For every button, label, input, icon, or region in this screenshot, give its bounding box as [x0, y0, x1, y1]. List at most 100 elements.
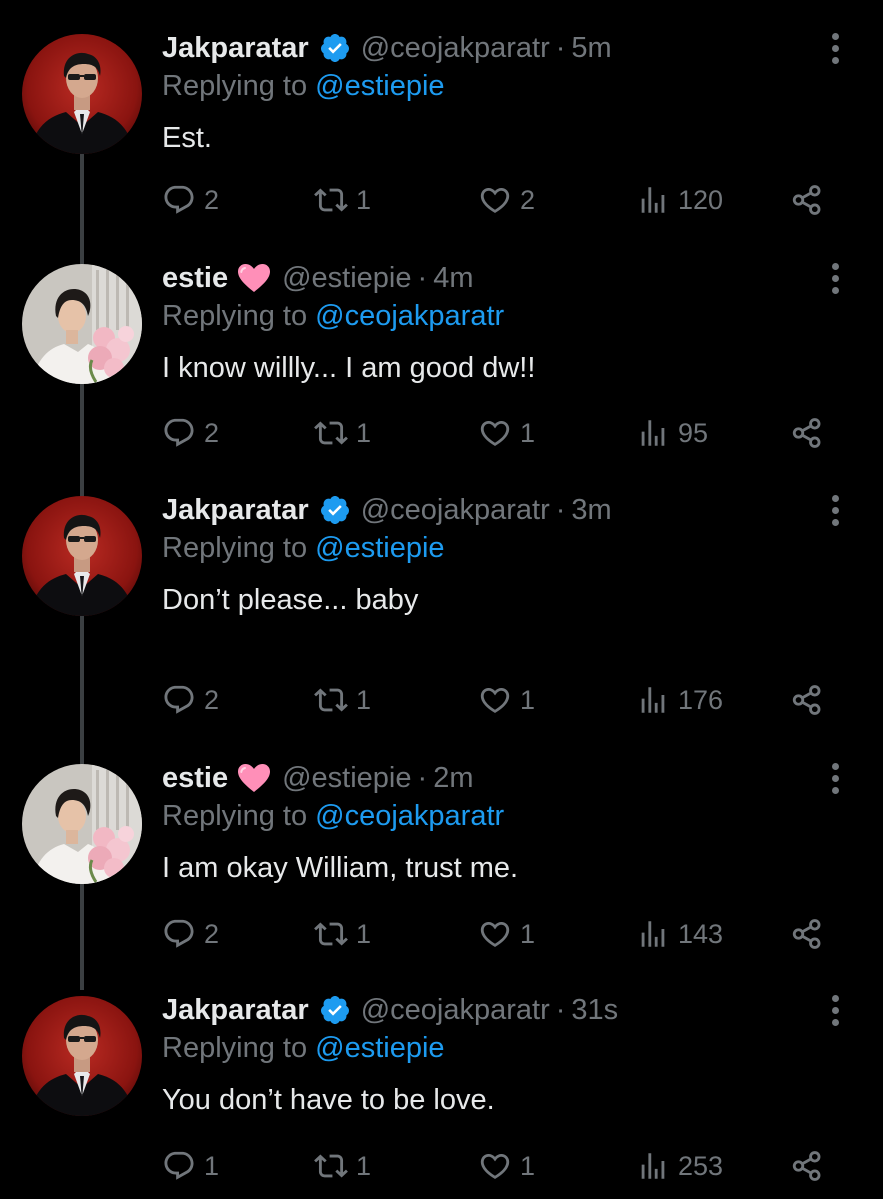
views-icon	[636, 917, 670, 951]
replying-to-label: Replying to	[162, 300, 308, 332]
more-options-icon[interactable]	[827, 28, 843, 68]
more-options-icon[interactable]	[827, 758, 843, 798]
retweet-icon	[314, 183, 348, 217]
tweet-header: estie @estiepie · 4m	[162, 258, 883, 298]
display-name[interactable]: estie	[162, 762, 228, 795]
views-button[interactable]: 120	[636, 180, 723, 220]
retweet-button[interactable]: 1	[314, 914, 371, 954]
views-button[interactable]: 176	[636, 680, 723, 720]
views-icon	[636, 416, 670, 450]
separator-dot: ·	[417, 261, 428, 294]
like-button[interactable]: 1	[478, 413, 535, 453]
tweet-actions: 2 1 2 120	[162, 180, 883, 220]
separator-dot: ·	[555, 493, 566, 526]
tweet-header: Jakparatar @ceojakparatr · 3m	[162, 490, 883, 530]
share-icon	[790, 917, 824, 951]
tweet-text: You don’t have to be love.	[162, 1084, 495, 1116]
replying-to: Replying to @ceojakparatr	[162, 798, 883, 834]
retweet-button[interactable]: 1	[314, 680, 371, 720]
avatar[interactable]	[22, 34, 142, 154]
views-button[interactable]: 143	[636, 914, 723, 954]
like-button[interactable]: 1	[478, 1146, 535, 1186]
like-icon	[478, 416, 512, 450]
user-handle[interactable]: @estiepie	[282, 262, 411, 295]
like-count: 1	[520, 918, 536, 949]
avatar[interactable]	[22, 996, 142, 1116]
share-icon	[790, 1149, 824, 1183]
more-options-icon[interactable]	[827, 490, 843, 530]
tweet-header: Jakparatar @ceojakparatr · 5m	[162, 28, 883, 68]
retweet-count: 1	[356, 1150, 372, 1181]
avatar[interactable]	[22, 496, 142, 616]
views-icon	[636, 1149, 670, 1183]
reply-button[interactable]: 2	[162, 680, 219, 720]
reply-to-handle[interactable]: @ceojakparatr	[315, 300, 504, 332]
like-icon	[478, 917, 512, 951]
replying-to: Replying to @ceojakparatr	[162, 298, 883, 334]
retweet-button[interactable]: 1	[314, 180, 371, 220]
share-icon	[790, 683, 824, 717]
reply-button[interactable]: 2	[162, 180, 219, 220]
like-count: 1	[520, 1150, 536, 1181]
share-button[interactable]	[790, 680, 832, 720]
reply-count: 2	[204, 417, 220, 448]
share-button[interactable]	[790, 1146, 832, 1186]
verified-badge-icon	[319, 494, 351, 526]
verified-badge-icon	[319, 994, 351, 1026]
user-handle[interactable]: @ceojakparatr	[361, 494, 550, 527]
avatar[interactable]	[22, 764, 142, 884]
like-count: 1	[520, 417, 536, 448]
display-name[interactable]: estie	[162, 262, 228, 295]
more-options-icon[interactable]	[827, 990, 843, 1030]
share-icon	[790, 183, 824, 217]
tweet-text: Don’t please... baby	[162, 584, 419, 616]
reply-to-handle[interactable]: @estiepie	[315, 1032, 444, 1064]
views-count: 253	[678, 1150, 724, 1181]
timestamp[interactable]: 2m	[433, 762, 473, 795]
reply-to-handle[interactable]: @estiepie	[315, 532, 444, 564]
like-button[interactable]: 1	[478, 914, 535, 954]
more-options-icon[interactable]	[827, 258, 843, 298]
retweet-button[interactable]: 1	[314, 1146, 371, 1186]
retweet-count: 1	[356, 918, 372, 949]
timestamp[interactable]: 5m	[571, 32, 611, 65]
share-icon	[790, 416, 824, 450]
tweet-actions: 1 1 1 253	[162, 1146, 883, 1186]
user-handle[interactable]: @estiepie	[282, 762, 411, 795]
views-button[interactable]: 95	[636, 413, 708, 453]
user-handle[interactable]: @ceojakparatr	[361, 994, 550, 1027]
tweet-text: I am okay William, trust me.	[162, 852, 519, 884]
views-count: 120	[678, 184, 724, 215]
reply-button[interactable]: 2	[162, 413, 219, 453]
reply-button[interactable]: 2	[162, 914, 219, 954]
share-button[interactable]	[790, 180, 832, 220]
like-button[interactable]: 1	[478, 680, 535, 720]
share-button[interactable]	[790, 413, 832, 453]
like-button[interactable]: 2	[478, 180, 535, 220]
separator-dot: ·	[417, 761, 428, 794]
share-button[interactable]	[790, 914, 832, 954]
like-icon	[478, 683, 512, 717]
tweet-text: I know willly... I am good dw!!	[162, 352, 536, 384]
timestamp[interactable]: 31s	[571, 994, 618, 1027]
display-name[interactable]: Jakparatar	[162, 994, 309, 1027]
views-icon	[636, 683, 670, 717]
reply-to-handle[interactable]: @estiepie	[315, 70, 444, 102]
avatar[interactable]	[22, 264, 142, 384]
like-icon	[478, 1149, 512, 1183]
retweet-icon	[314, 683, 348, 717]
display-name[interactable]: Jakparatar	[162, 32, 309, 65]
timestamp[interactable]: 3m	[571, 494, 611, 527]
retweet-count: 1	[356, 184, 372, 215]
views-count: 95	[678, 417, 709, 448]
retweet-button[interactable]: 1	[314, 413, 371, 453]
timestamp[interactable]: 4m	[433, 262, 473, 295]
views-button[interactable]: 253	[636, 1146, 723, 1186]
reply-to-handle[interactable]: @ceojakparatr	[315, 800, 504, 832]
like-count: 2	[520, 184, 536, 215]
reply-button[interactable]: 1	[162, 1146, 219, 1186]
tweet-actions: 2 1 1 143	[162, 914, 883, 954]
user-handle[interactable]: @ceojakparatr	[361, 32, 550, 65]
replying-to: Replying to @estiepie	[162, 1030, 883, 1066]
display-name[interactable]: Jakparatar	[162, 494, 309, 527]
